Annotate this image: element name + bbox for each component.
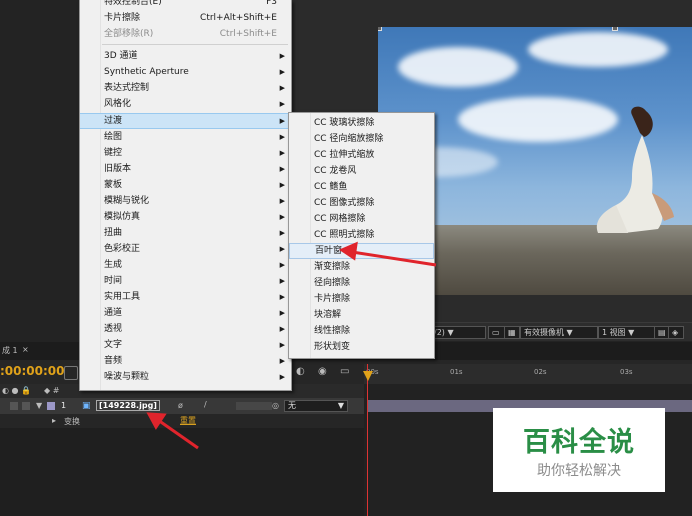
- annotation-arrows: [146, 241, 437, 450]
- arrow-to-venetian-blinds: [338, 241, 437, 267]
- arrow-to-layer-name: [146, 412, 199, 450]
